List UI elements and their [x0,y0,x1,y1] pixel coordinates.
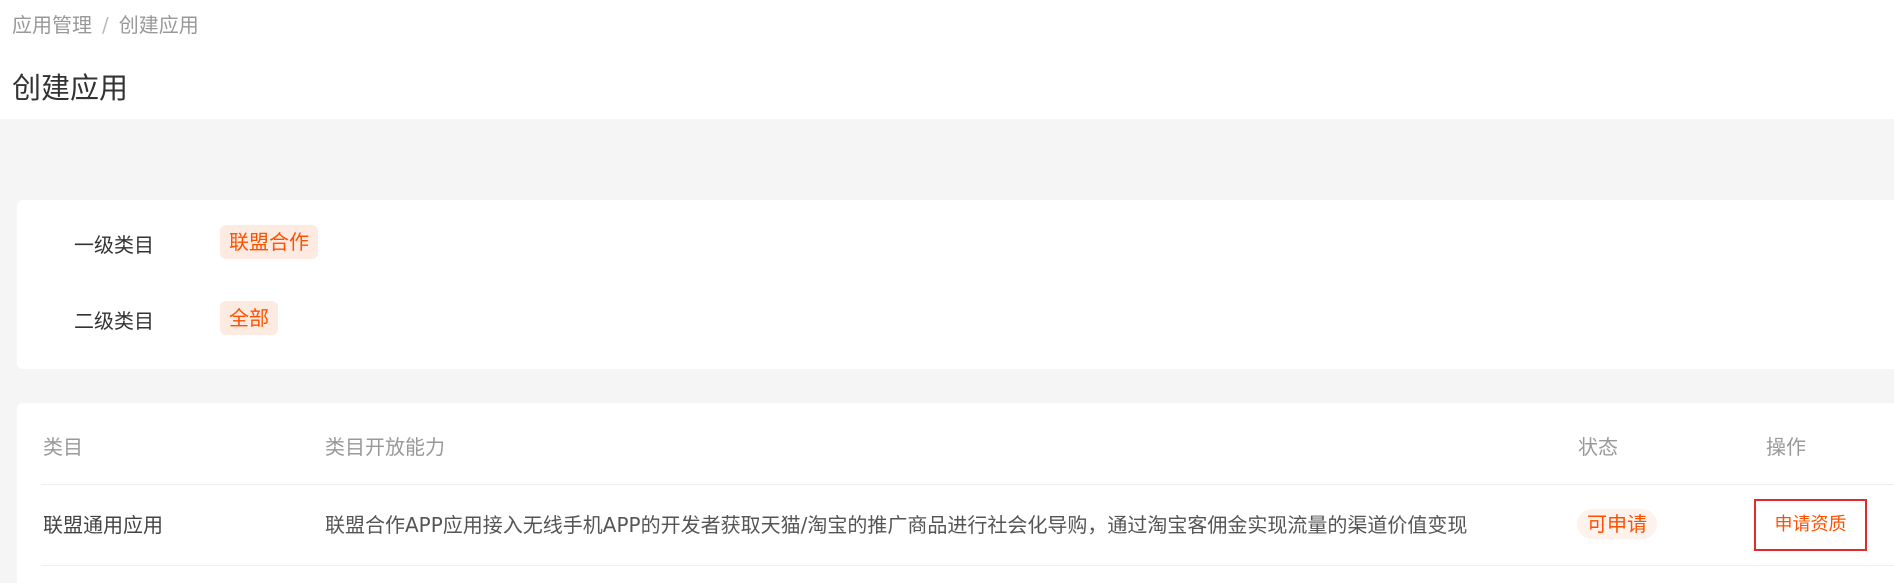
filter-row-primary-category: 一级类目 联盟合作 [17,225,1894,265]
table-divider [41,565,1894,566]
column-header-capability: 类目开放能力 [325,435,445,459]
column-header-category: 类目 [43,435,83,459]
apply-qualification-button[interactable]: 申请资质 [1754,499,1867,551]
table-divider [41,484,1894,485]
breadcrumb-item-app-management[interactable]: 应用管理 [12,13,92,37]
breadcrumb-separator: / [102,13,109,37]
secondary-category-tag[interactable]: 全部 [220,301,278,335]
primary-category-label: 一级类目 [74,233,154,257]
column-header-status: 状态 [1578,435,1618,459]
filter-row-secondary-category: 二级类目 全部 [17,301,1894,341]
status-badge: 可申请 [1577,509,1657,539]
breadcrumb: 应用管理 / 创建应用 [12,12,199,38]
category-table: 类目 类目开放能力 状态 操作 联盟通用应用 联盟合作APP应用接入无线手机AP… [17,403,1894,583]
breadcrumb-item-create-app: 创建应用 [118,13,199,37]
category-filter-card: 一级类目 联盟合作 二级类目 全部 [17,200,1894,369]
column-header-action: 操作 [1766,435,1806,459]
cell-capability: 联盟合作APP应用接入无线手机APP的开发者获取天猫/淘宝的推广商品进行社会化导… [325,513,1468,537]
page-title: 创建应用 [12,71,129,105]
page-header: 应用管理 / 创建应用 创建应用 [0,0,1894,119]
cell-category: 联盟通用应用 [43,513,163,537]
secondary-category-label: 二级类目 [74,309,154,333]
primary-category-tag[interactable]: 联盟合作 [220,225,318,259]
